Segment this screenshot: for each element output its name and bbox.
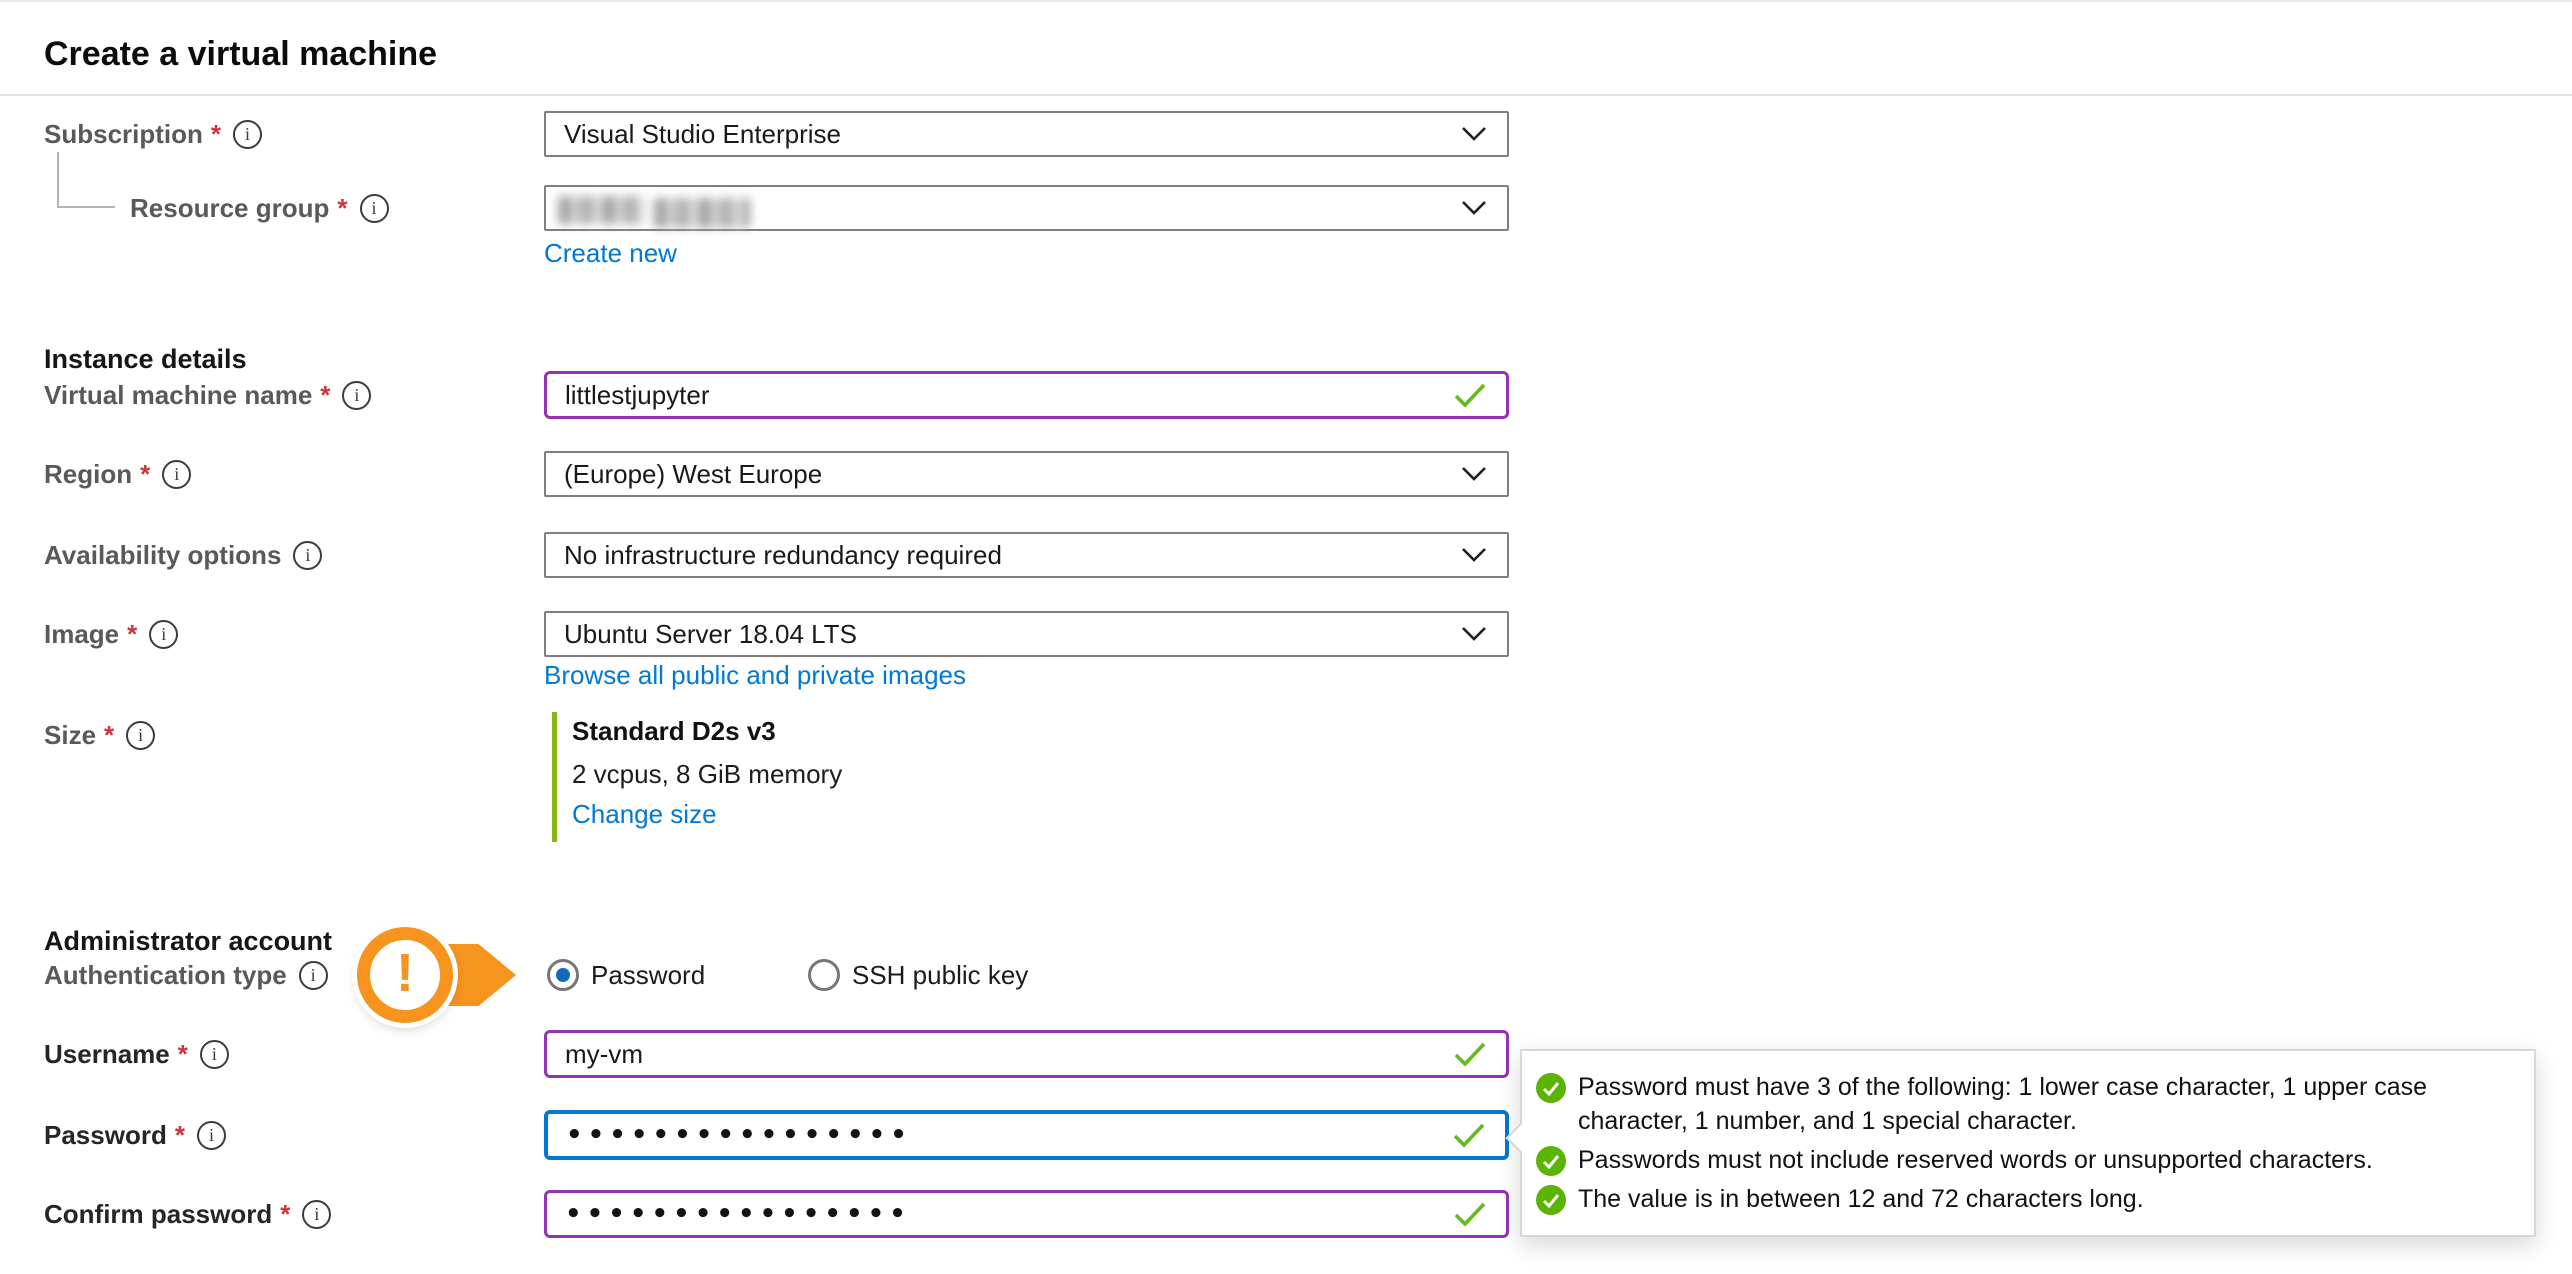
- chevron-down-icon: [1461, 200, 1487, 216]
- availability-options-label: Availability options i: [44, 532, 322, 578]
- alert-exclamation-icon: !: [357, 927, 453, 1023]
- valid-check-icon: [1452, 381, 1488, 409]
- auth-option-ssh[interactable]: SSH public key: [808, 959, 1028, 991]
- chevron-down-icon: [1461, 626, 1487, 642]
- chevron-down-icon: [1461, 547, 1487, 563]
- region-label: Region * i: [44, 451, 191, 497]
- password-rule-item: Passwords must not include reserved word…: [1536, 1143, 2510, 1177]
- availability-options-value: No infrastructure redundancy required: [564, 540, 1002, 571]
- required-marker: *: [320, 380, 330, 411]
- auth-option-ssh-label: SSH public key: [852, 960, 1028, 991]
- tree-connector-horizontal: [57, 206, 115, 208]
- tooltip-notch: [1505, 1122, 1536, 1153]
- size-specs: 2 vcpus, 8 GiB memory: [572, 759, 842, 790]
- tree-connector-vertical: [57, 152, 59, 208]
- top-border: [0, 0, 2572, 2]
- confirm-password-label: Confirm password * i: [44, 1190, 331, 1238]
- create-new-link[interactable]: Create new: [544, 238, 677, 269]
- required-marker: *: [175, 1120, 185, 1151]
- availability-options-dropdown[interactable]: No infrastructure redundancy required: [544, 532, 1509, 578]
- chevron-down-icon: [1461, 466, 1487, 482]
- password-label: Password * i: [44, 1110, 226, 1160]
- image-value: Ubuntu Server 18.04 LTS: [564, 619, 857, 650]
- confirm-password-masked-value: ••••••••••••••••: [565, 1199, 911, 1229]
- region-value: (Europe) West Europe: [564, 459, 822, 490]
- page-title: Create a virtual machine: [44, 35, 437, 74]
- required-marker: *: [280, 1199, 290, 1230]
- image-label: Image * i: [44, 611, 178, 657]
- subscription-value: Visual Studio Enterprise: [564, 119, 841, 150]
- header-divider: [0, 94, 2572, 96]
- password-requirements-tooltip: Password must have 3 of the following: 1…: [1520, 1049, 2536, 1237]
- rule-check-icon: [1536, 1185, 1566, 1215]
- username-label: Username * i: [44, 1030, 229, 1078]
- size-label: Size * i: [44, 712, 155, 758]
- resource-group-value-redacted: [558, 196, 646, 224]
- required-marker: *: [140, 459, 150, 490]
- info-icon[interactable]: i: [360, 194, 389, 223]
- info-icon[interactable]: i: [200, 1040, 229, 1069]
- password-masked-value: ••••••••••••••••: [566, 1120, 912, 1150]
- info-icon[interactable]: i: [162, 460, 191, 489]
- required-marker: *: [127, 619, 137, 650]
- rule-check-icon: [1536, 1073, 1566, 1103]
- radio-selected-icon: [547, 959, 579, 991]
- auth-option-password[interactable]: Password: [547, 959, 705, 991]
- valid-check-icon: [1452, 1040, 1488, 1068]
- info-icon[interactable]: i: [149, 620, 178, 649]
- authentication-type-label: Authentication type i: [44, 952, 328, 998]
- confirm-password-input[interactable]: ••••••••••••••••: [544, 1190, 1509, 1238]
- username-input[interactable]: my-vm: [544, 1030, 1509, 1078]
- info-icon[interactable]: i: [302, 1200, 331, 1229]
- browse-images-link[interactable]: Browse all public and private images: [544, 660, 966, 691]
- username-value: my-vm: [565, 1039, 643, 1070]
- vm-name-value: littlestjupyter: [565, 380, 710, 411]
- valid-check-icon: [1452, 1200, 1488, 1228]
- info-icon[interactable]: i: [197, 1121, 226, 1150]
- info-icon[interactable]: i: [299, 961, 328, 990]
- create-vm-page: Create a virtual machine Subscription * …: [0, 0, 2572, 1274]
- info-icon[interactable]: i: [233, 120, 262, 149]
- rule-check-icon: [1536, 1146, 1566, 1176]
- region-dropdown[interactable]: (Europe) West Europe: [544, 451, 1509, 497]
- subscription-label: Subscription * i: [44, 111, 262, 157]
- required-marker: *: [337, 193, 347, 224]
- required-marker: *: [178, 1039, 188, 1070]
- subscription-dropdown[interactable]: Visual Studio Enterprise: [544, 111, 1509, 157]
- vm-name-input[interactable]: littlestjupyter: [544, 371, 1509, 419]
- password-input[interactable]: ••••••••••••••••: [544, 1110, 1509, 1160]
- valid-check-icon: [1451, 1121, 1487, 1149]
- size-name: Standard D2s v3: [572, 716, 776, 747]
- info-icon[interactable]: i: [342, 381, 371, 410]
- chevron-down-icon: [1461, 126, 1487, 142]
- resource-group-value-redacted: [654, 198, 750, 228]
- resource-group-label: Resource group * i: [130, 185, 389, 231]
- radio-unselected-icon: [808, 959, 840, 991]
- vm-name-label: Virtual machine name * i: [44, 371, 371, 419]
- password-rule-item: Password must have 3 of the following: 1…: [1536, 1070, 2510, 1138]
- required-marker: *: [211, 119, 221, 150]
- info-icon[interactable]: i: [293, 541, 322, 570]
- change-size-link[interactable]: Change size: [572, 799, 717, 830]
- required-marker: *: [104, 720, 114, 751]
- auth-option-password-label: Password: [591, 960, 705, 991]
- image-dropdown[interactable]: Ubuntu Server 18.04 LTS: [544, 611, 1509, 657]
- password-rule-item: The value is in between 12 and 72 charac…: [1536, 1182, 2510, 1216]
- info-icon[interactable]: i: [126, 721, 155, 750]
- size-accent-bar: [552, 712, 557, 842]
